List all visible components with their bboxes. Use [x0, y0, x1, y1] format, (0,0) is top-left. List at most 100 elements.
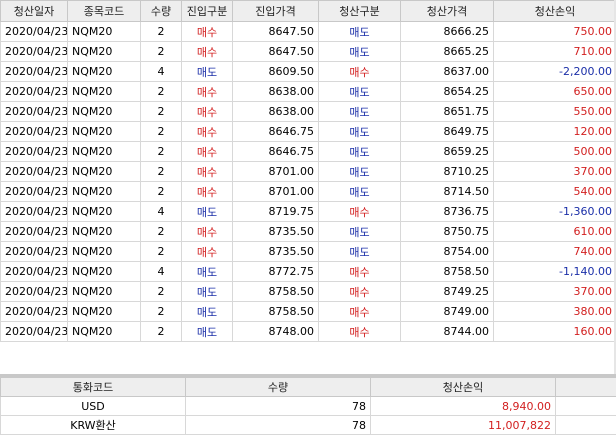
table-row[interactable]: 2020/04/23NQM202매수8647.50매도8666.25750.00 [1, 22, 616, 42]
col-header-entry-side[interactable]: 진입구분 [182, 1, 233, 22]
summary-col-quantity[interactable]: 수량 [186, 378, 371, 397]
cell-entry-side: 매수 [182, 42, 233, 62]
table-row[interactable]: 2020/04/23NQM202매도8758.50매수8749.25370.00 [1, 282, 616, 302]
cell-entry-price: 8735.50 [233, 222, 319, 242]
cell-entry-side: 매수 [182, 142, 233, 162]
summary-currency: USD [1, 397, 186, 416]
table-row[interactable]: 2020/04/23NQM204매도8609.50매수8637.00-2,200… [1, 62, 616, 82]
table-row[interactable]: 2020/04/23NQM202매수8646.75매도8659.25500.00 [1, 142, 616, 162]
cell-exit-price: 8714.50 [401, 182, 494, 202]
table-row[interactable]: 2020/04/23NQM202매수8638.00매도8651.75550.00 [1, 102, 616, 122]
col-header-exit-side[interactable]: 청산구분 [319, 1, 401, 22]
cell-entry-price: 8719.75 [233, 202, 319, 222]
cell-exit-date: 2020/04/23 [1, 162, 68, 182]
cell-exit-date: 2020/04/23 [1, 102, 68, 122]
cell-exit-side: 매도 [319, 122, 401, 142]
cell-exit-price: 8710.25 [401, 162, 494, 182]
cell-exit-date: 2020/04/23 [1, 62, 68, 82]
col-header-pnl[interactable]: 청산손익 [494, 1, 616, 22]
summary-col-empty [556, 378, 616, 397]
cell-exit-side: 매도 [319, 42, 401, 62]
cell-exit-side: 매수 [319, 322, 401, 342]
cell-exit-price: 8750.75 [401, 222, 494, 242]
table-row[interactable]: 2020/04/23NQM204매도8719.75매수8736.75-1,360… [1, 202, 616, 222]
cell-exit-date: 2020/04/23 [1, 82, 68, 102]
table-row[interactable]: 2020/04/23NQM202매수8701.00매도8710.25370.00 [1, 162, 616, 182]
cell-pnl: 370.00 [494, 282, 616, 302]
cell-symbol: NQM20 [68, 62, 141, 82]
col-header-entry-price[interactable]: 진입가격 [233, 1, 319, 22]
cell-pnl: 160.00 [494, 322, 616, 342]
cell-symbol: NQM20 [68, 262, 141, 282]
cell-exit-date: 2020/04/23 [1, 282, 68, 302]
cell-exit-date: 2020/04/23 [1, 322, 68, 342]
summary-row[interactable]: KRW환산 78 11,007,822 [1, 416, 616, 435]
cell-exit-side: 매수 [319, 202, 401, 222]
summary-col-currency[interactable]: 통화코드 [1, 378, 186, 397]
table-row[interactable]: 2020/04/23NQM202매수8646.75매도8649.75120.00 [1, 122, 616, 142]
cell-entry-price: 8609.50 [233, 62, 319, 82]
cell-quantity: 2 [141, 182, 182, 202]
table-row[interactable]: 2020/04/23NQM204매도8772.75매수8758.50-1,140… [1, 262, 616, 282]
col-header-exit-date[interactable]: 청산일자 [1, 1, 68, 22]
cell-quantity: 2 [141, 162, 182, 182]
col-header-symbol[interactable]: 종목코드 [68, 1, 141, 22]
cell-quantity: 2 [141, 302, 182, 322]
col-header-quantity[interactable]: 수량 [141, 1, 182, 22]
cell-pnl: 370.00 [494, 162, 616, 182]
summary-col-pnl[interactable]: 청산손익 [371, 378, 556, 397]
cell-entry-price: 8646.75 [233, 142, 319, 162]
cell-pnl: 550.00 [494, 102, 616, 122]
cell-exit-price: 8749.25 [401, 282, 494, 302]
cell-entry-side: 매수 [182, 182, 233, 202]
cell-symbol: NQM20 [68, 322, 141, 342]
summary-table: 통화코드 수량 청산손익 USD 78 8,940.00 KRW환산 78 11… [0, 377, 616, 435]
cell-quantity: 2 [141, 222, 182, 242]
table-row[interactable]: 2020/04/23NQM202매도8758.50매수8749.00380.00 [1, 302, 616, 322]
cell-quantity: 4 [141, 262, 182, 282]
cell-entry-side: 매수 [182, 222, 233, 242]
cell-pnl: 380.00 [494, 302, 616, 322]
table-row[interactable]: 2020/04/23NQM202매수8701.00매도8714.50540.00 [1, 182, 616, 202]
summary-currency: KRW환산 [1, 416, 186, 435]
cell-symbol: NQM20 [68, 242, 141, 262]
trade-table: 청산일자 종목코드 수량 진입구분 진입가격 청산구분 청산가격 청산손익 20… [0, 0, 616, 342]
cell-entry-side: 매수 [182, 122, 233, 142]
cell-entry-side: 매도 [182, 62, 233, 82]
table-row[interactable]: 2020/04/23NQM202매수8735.50매도8750.75610.00 [1, 222, 616, 242]
cell-exit-date: 2020/04/23 [1, 262, 68, 282]
table-header-row: 청산일자 종목코드 수량 진입구분 진입가격 청산구분 청산가격 청산손익 [1, 1, 616, 22]
cell-exit-side: 매도 [319, 182, 401, 202]
cell-exit-date: 2020/04/23 [1, 22, 68, 42]
cell-exit-date: 2020/04/23 [1, 302, 68, 322]
cell-quantity: 2 [141, 282, 182, 302]
table-row[interactable]: 2020/04/23NQM202매수8638.00매도8654.25650.00 [1, 82, 616, 102]
cell-entry-price: 8748.00 [233, 322, 319, 342]
cell-exit-date: 2020/04/23 [1, 242, 68, 262]
cell-entry-price: 8638.00 [233, 102, 319, 122]
cell-exit-price: 8659.25 [401, 142, 494, 162]
cell-entry-price: 8647.50 [233, 42, 319, 62]
cell-quantity: 2 [141, 42, 182, 62]
summary-row[interactable]: USD 78 8,940.00 [1, 397, 616, 416]
cell-exit-price: 8654.25 [401, 82, 494, 102]
table-row[interactable]: 2020/04/23NQM202매도8748.00매수8744.00160.00 [1, 322, 616, 342]
cell-entry-side: 매수 [182, 22, 233, 42]
cell-entry-price: 8772.75 [233, 262, 319, 282]
cell-exit-side: 매수 [319, 302, 401, 322]
cell-entry-side: 매수 [182, 82, 233, 102]
cell-entry-price: 8646.75 [233, 122, 319, 142]
cell-quantity: 2 [141, 322, 182, 342]
table-row[interactable]: 2020/04/23NQM202매수8647.50매도8665.25710.00 [1, 42, 616, 62]
cell-pnl: -1,360.00 [494, 202, 616, 222]
cell-entry-price: 8758.50 [233, 302, 319, 322]
table-row[interactable]: 2020/04/23NQM202매수8735.50매도8754.00740.00 [1, 242, 616, 262]
cell-exit-price: 8736.75 [401, 202, 494, 222]
summary-empty-cell [556, 397, 616, 416]
cell-exit-side: 매수 [319, 62, 401, 82]
col-header-exit-price[interactable]: 청산가격 [401, 1, 494, 22]
cell-symbol: NQM20 [68, 302, 141, 322]
trade-history-grid: 청산일자 종목코드 수량 진입구분 진입가격 청산구분 청산가격 청산손익 20… [0, 0, 616, 374]
cell-pnl: 120.00 [494, 122, 616, 142]
cell-entry-price: 8701.00 [233, 182, 319, 202]
